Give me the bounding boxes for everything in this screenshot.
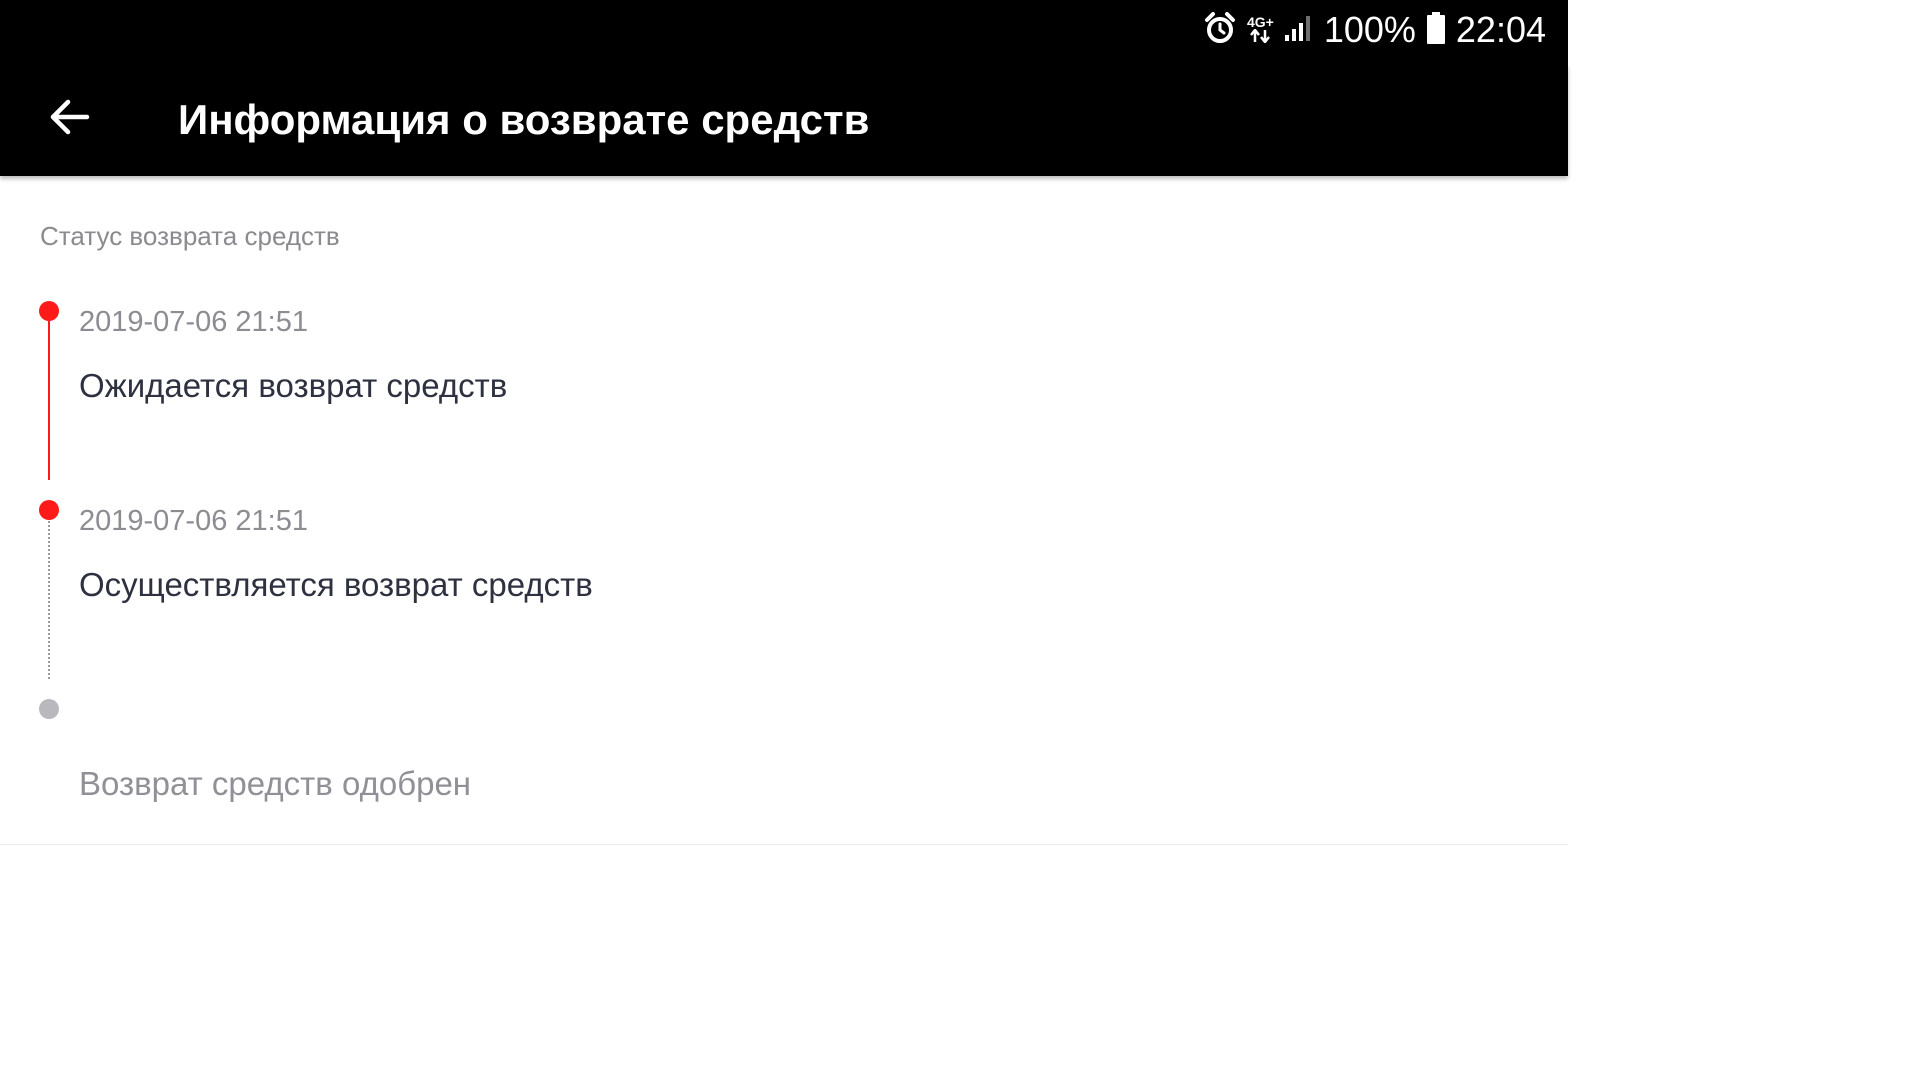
network-indicator: 4G+	[1247, 15, 1274, 45]
timeline-status: Осуществляется возврат средств	[79, 566, 593, 603]
divider	[0, 844, 1568, 845]
timeline-status: Ожидается возврат средств	[79, 367, 508, 404]
timeline-dot-pending	[39, 699, 59, 719]
battery-icon	[1426, 11, 1446, 50]
signal-icon	[1284, 13, 1314, 48]
timeline-timestamp: 2019-07-06 21:51	[79, 306, 308, 338]
battery-percent: 100%	[1323, 9, 1416, 50]
timeline-connector-solid	[48, 321, 50, 480]
refund-status-content: Статус возврата средств 2019-07-06 21:51…	[0, 176, 1568, 882]
timeline-status: Возврат средств одобрен	[79, 765, 472, 802]
data-arrows-icon	[1249, 27, 1271, 45]
arrow-left-icon	[47, 95, 91, 144]
network-type-label: 4G+	[1246, 14, 1274, 30]
status-bar: 4G+ 100% 22:04	[0, 0, 1568, 64]
section-label: Статус возврата средств	[40, 221, 340, 251]
clock: 22:04	[1455, 9, 1546, 50]
timeline-dot-active	[39, 500, 59, 520]
back-button[interactable]	[34, 84, 104, 154]
page-title: Информация о возврате средств	[178, 96, 870, 143]
timeline-connector-dotted	[48, 521, 50, 679]
timeline-dot-active	[39, 301, 59, 321]
status-indicators: 4G+ 100% 22:04	[1203, 8, 1546, 52]
timeline-timestamp: 2019-07-06 21:51	[79, 505, 308, 537]
alarm-icon	[1203, 11, 1237, 50]
app-bar: Информация о возврате средств	[0, 64, 1568, 176]
